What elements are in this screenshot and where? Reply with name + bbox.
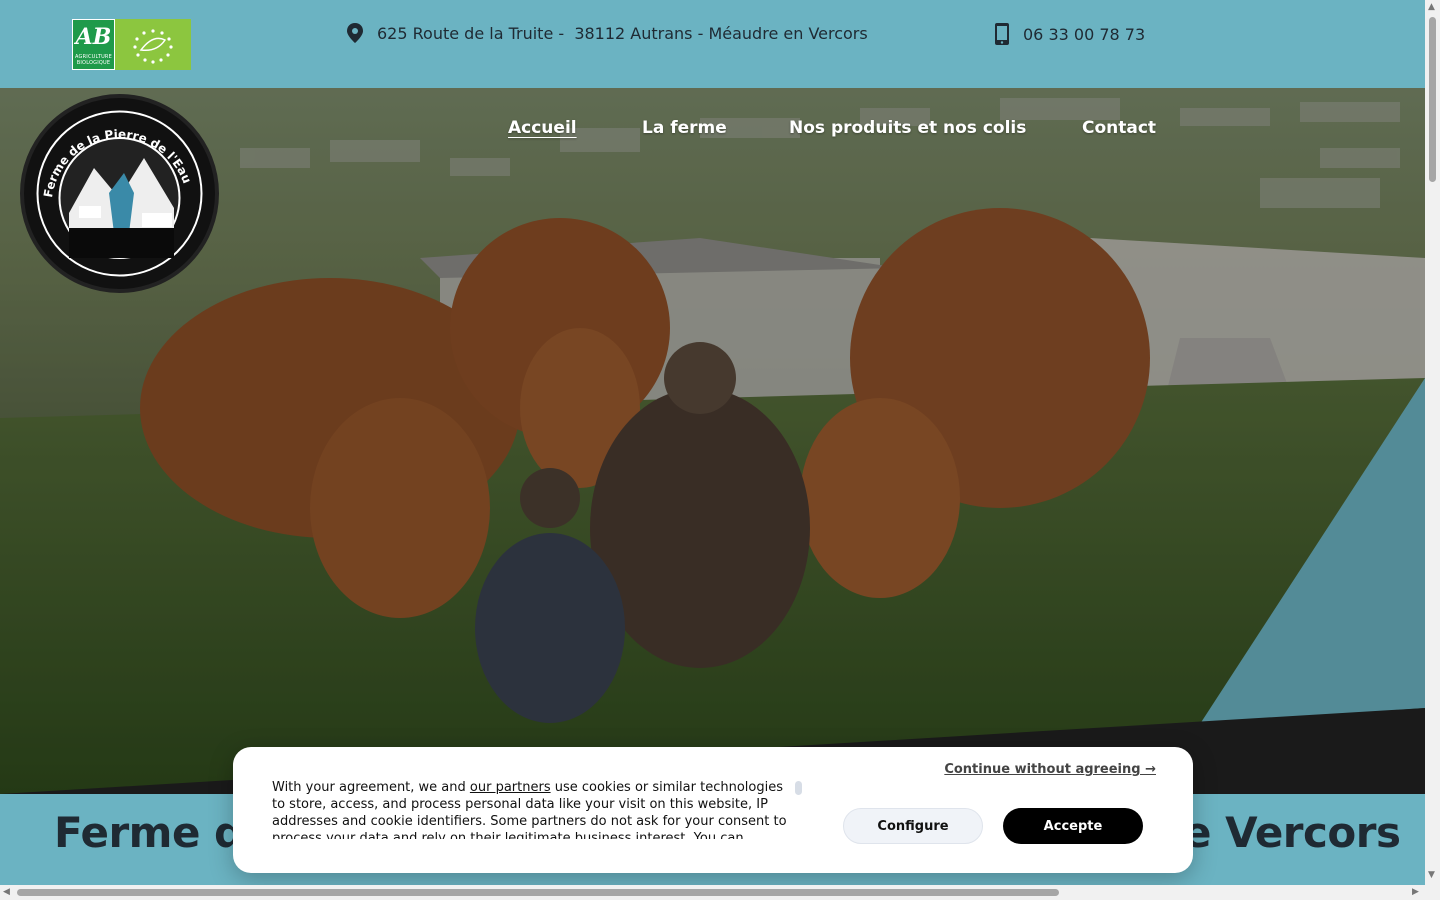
cookie-text: With your agreement, we and our partners… xyxy=(272,779,792,839)
scroll-down-arrow-icon[interactable]: ▼ xyxy=(1428,870,1435,880)
accept-button[interactable]: Accepte xyxy=(1003,808,1143,844)
scroll-up-arrow-icon[interactable]: ▲ xyxy=(1428,2,1435,12)
eu-organic-leaf-icon xyxy=(115,19,191,70)
scroll-right-arrow-icon[interactable]: ▶ xyxy=(1412,887,1419,897)
top-info-bar xyxy=(0,0,1425,88)
cookie-text-scrollbar[interactable] xyxy=(795,781,802,795)
nav-la-ferme[interactable]: La ferme xyxy=(642,118,727,138)
ab-caption: AGRICULTURE BIOLOGIQUE xyxy=(75,54,112,66)
ab-badge: AB AGRICULTURE BIOLOGIQUE xyxy=(72,19,115,70)
vertical-scrollbar-thumb[interactable] xyxy=(1429,17,1436,182)
cookie-text-start: With your agreement, we and xyxy=(272,780,470,795)
address-text: 625 Route de la Truite - 38112 Autrans -… xyxy=(377,23,868,43)
continue-without-agreeing-link[interactable]: Continue without agreeing → xyxy=(944,762,1156,777)
cookie-consent-banner: With your agreement, we and our partners… xyxy=(233,747,1193,873)
nav-produits-colis[interactable]: Nos produits et nos colis xyxy=(789,118,1026,138)
phone-number[interactable]: 06 33 00 78 73 xyxy=(1023,25,1145,44)
phone-line[interactable]: 06 33 00 78 73 xyxy=(993,22,1145,46)
address-line: 625 Route de la Truite - 38112 Autrans -… xyxy=(345,22,868,44)
page-title-right: e Vercors xyxy=(1183,808,1401,857)
partners-link[interactable]: our partners xyxy=(470,780,551,795)
farm-logo[interactable]: Ferme de la Pierre de l'Eau xyxy=(20,94,219,293)
mobile-phone-icon xyxy=(993,22,1011,46)
nav-accueil[interactable]: Accueil xyxy=(508,118,577,138)
nav-contact[interactable]: Contact xyxy=(1082,118,1156,138)
scroll-left-arrow-icon[interactable]: ◀ xyxy=(3,887,10,897)
organic-label-logo: AB AGRICULTURE BIOLOGIQUE xyxy=(72,19,191,70)
horizontal-scrollbar-thumb[interactable] xyxy=(17,889,1059,896)
ab-letters: AB xyxy=(75,24,112,50)
farm-logo-emblem-icon: Ferme de la Pierre de l'Eau xyxy=(36,110,203,277)
configure-button[interactable]: Configure xyxy=(843,808,983,844)
location-pin-icon xyxy=(345,22,365,44)
